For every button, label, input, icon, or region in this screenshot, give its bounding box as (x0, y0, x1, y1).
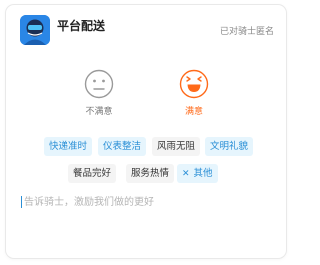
tag-food-intact[interactable]: 餐品完好 (68, 164, 117, 183)
rating-satisfied-label: 满意 (184, 107, 203, 117)
tag-warm-service[interactable]: 服务热情 (126, 164, 175, 183)
tag-tidy-appearance[interactable]: 仪表整洁 (98, 137, 147, 156)
rating-dissatisfied-label: 不满意 (85, 107, 113, 117)
neutral-face-icon (84, 69, 114, 99)
tag-other-label: 其他 (193, 168, 213, 179)
rating-dissatisfied-button[interactable]: 不满意 (69, 69, 129, 117)
laughing-face-icon (179, 69, 209, 99)
tag-polite[interactable]: 文明礼貌 (205, 137, 254, 156)
page-title: 平台配送 (57, 19, 106, 33)
rating-card: 平台配送 已对骑士匿名 不满意 满意 快递准时 仪表整洁 风雨无阻 文明礼貌 餐… (6, 5, 286, 258)
close-icon: ✕ (182, 169, 190, 179)
comment-input[interactable] (20, 193, 274, 211)
rating-satisfied-button[interactable]: 满意 (164, 69, 224, 117)
tag-all-weather[interactable]: 风雨无阻 (152, 137, 201, 156)
card-header: 平台配送 已对骑士匿名 (6, 5, 286, 45)
tag-row-2: 餐品完好 服务热情 ✕ 其他 (6, 164, 286, 185)
anonymous-notice: 已对骑士匿名 (219, 27, 274, 37)
tag-other[interactable]: ✕ 其他 (177, 164, 218, 183)
rider-avatar-icon (20, 15, 50, 45)
tag-row-1: 快递准时 仪表整洁 风雨无阻 文明礼貌 (6, 137, 286, 158)
tag-on-time[interactable]: 快递准时 (44, 137, 93, 156)
